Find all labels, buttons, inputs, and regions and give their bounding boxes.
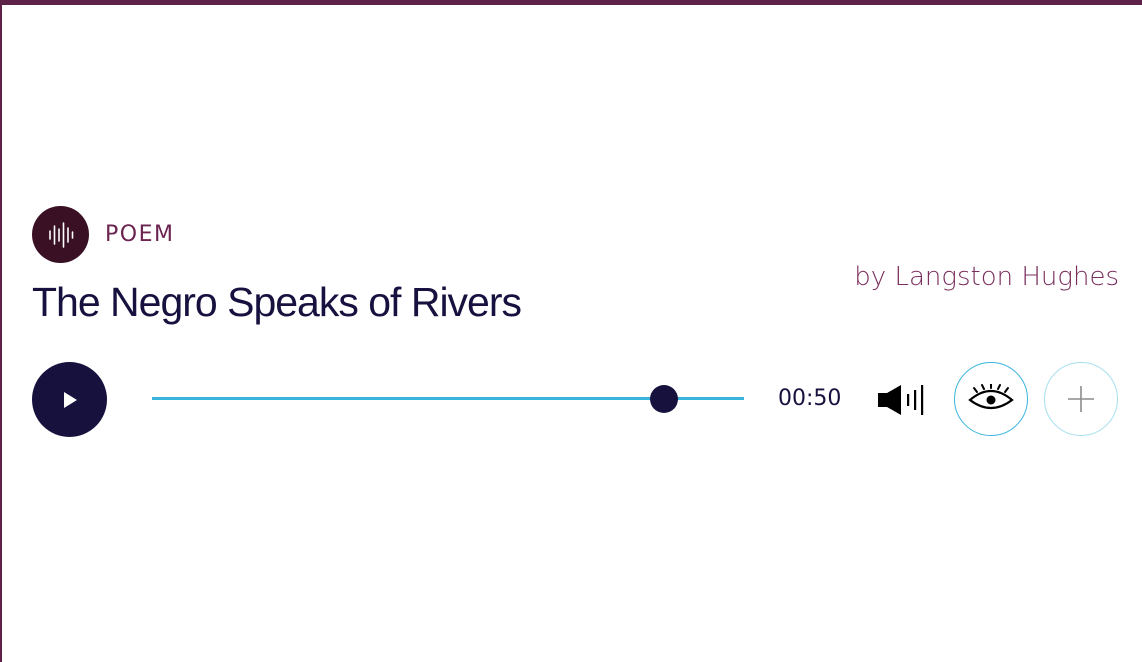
play-button[interactable] bbox=[32, 362, 107, 437]
page-frame bbox=[0, 0, 1142, 662]
waveform-icon bbox=[48, 221, 73, 248]
add-button[interactable] bbox=[1044, 362, 1118, 436]
plus-icon bbox=[1068, 386, 1094, 412]
poem-title: The Negro Speaks of Rivers bbox=[32, 279, 522, 325]
volume-button[interactable] bbox=[876, 383, 928, 417]
play-icon bbox=[63, 391, 77, 408]
show-text-button[interactable] bbox=[954, 362, 1028, 436]
progress-knob[interactable] bbox=[650, 385, 679, 413]
poem-author[interactable]: by Langston Hughes bbox=[854, 262, 1119, 292]
volume-icon bbox=[878, 385, 924, 415]
content-type-label: POEM bbox=[105, 222, 175, 247]
eye-icon bbox=[968, 384, 1014, 410]
progress-slider[interactable] bbox=[152, 385, 744, 413]
elapsed-time: 00:50 bbox=[778, 386, 842, 411]
poem-badge bbox=[32, 206, 89, 263]
